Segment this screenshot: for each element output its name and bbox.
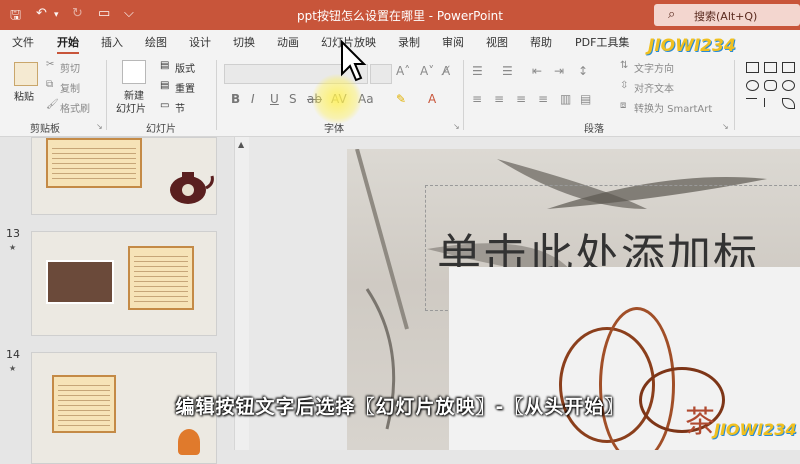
divider [734, 60, 735, 130]
shape-icon[interactable] [782, 98, 795, 109]
smartart-button[interactable]: 转换为 SmartArt [634, 100, 712, 115]
watermark-logo: JIOWI234 [714, 420, 797, 439]
smartart-icon[interactable]: ⧈ [620, 100, 626, 111]
decrease-font-icon[interactable]: A˅ [420, 64, 434, 78]
tab-pdf-tools[interactable]: PDF工具集 [575, 34, 629, 50]
scroll-paper [46, 138, 142, 188]
new-slide-icon[interactable] [122, 60, 146, 84]
tab-review[interactable]: 审阅 [442, 34, 464, 50]
new-slide-line2[interactable]: 幻灯片 [116, 100, 146, 115]
reset-button[interactable]: 重置 [175, 80, 195, 95]
mouse-cursor-icon [341, 40, 366, 82]
increase-font-icon[interactable]: A˄ [396, 64, 410, 78]
align-center-icon[interactable]: ≡ [494, 92, 504, 106]
rectangle-icon[interactable] [746, 62, 759, 73]
paste-button[interactable]: 粘贴 [14, 88, 34, 103]
line-icon[interactable] [746, 98, 757, 108]
tab-help[interactable]: 帮助 [530, 34, 552, 50]
animation-star-icon: ★ [9, 364, 17, 373]
layout-icon[interactable]: ▤ [160, 60, 169, 71]
search-box[interactable]: ⌕ 搜索(Alt+Q) [654, 4, 800, 26]
rounded-rectangle-icon[interactable] [764, 80, 777, 91]
tab-insert[interactable]: 插入 [101, 34, 123, 50]
layout-button[interactable]: 版式 [175, 60, 195, 75]
line-icon[interactable] [764, 98, 776, 107]
divider [216, 60, 217, 130]
increase-indent-icon[interactable]: ⇥ [554, 64, 564, 78]
align-left-icon[interactable]: ≡ [472, 92, 482, 106]
slide-number: 14 [6, 348, 20, 361]
paste-icon[interactable] [14, 62, 38, 86]
slide-thumbnail-12[interactable] [31, 137, 217, 215]
reset-icon[interactable]: ▤ [160, 80, 169, 91]
animation-star-icon: ★ [9, 243, 17, 252]
underline-icon[interactable]: U [270, 92, 279, 106]
divider [106, 60, 107, 130]
paragraph-group-label: 段落 [584, 124, 604, 135]
tab-draw[interactable]: 绘图 [145, 34, 167, 50]
distribute-icon[interactable]: ▤ [580, 92, 591, 106]
align-text-icon[interactable]: ⇳ [620, 80, 628, 91]
tab-record[interactable]: 录制 [398, 34, 420, 50]
rectangle-icon[interactable] [764, 62, 777, 73]
tab-view[interactable]: 视图 [486, 34, 508, 50]
copy-icon[interactable]: ⧉ [46, 79, 53, 90]
slide-number: 13 [6, 227, 20, 240]
tab-animations[interactable]: 动画 [277, 34, 299, 50]
bullets-icon[interactable]: ☰ [472, 64, 483, 78]
cut-button[interactable]: 剪切 [60, 60, 80, 75]
numbering-icon[interactable]: ☰ [502, 64, 513, 78]
shadow-icon[interactable]: S [289, 92, 297, 106]
ribbon: 粘贴 ✂ 剪切 ⧉ 复制 🖌 格式刷 剪贴板 ↘ 新建 幻灯片 ▤ 版式 ▤ 重… [0, 54, 800, 137]
bold-icon[interactable]: B [231, 92, 240, 106]
justify-icon[interactable]: ≡ [538, 92, 548, 106]
font-launcher-icon[interactable]: ↘ [453, 122, 460, 131]
photo-image [46, 260, 114, 304]
character-figure [178, 429, 200, 455]
paragraph-launcher-icon[interactable]: ↘ [722, 122, 729, 131]
italic-icon[interactable]: I [251, 92, 255, 106]
search-icon: ⌕ [668, 7, 676, 22]
line-spacing-icon[interactable]: ↕ [578, 64, 588, 78]
columns-icon[interactable]: ▥ [560, 92, 571, 106]
font-color-icon[interactable]: A [428, 92, 436, 106]
search-placeholder: 搜索(Alt+Q) [694, 10, 758, 23]
section-button[interactable]: 节 [175, 100, 185, 115]
clear-format-icon[interactable]: A̸ [442, 64, 450, 78]
text-direction-button[interactable]: 文字方向 [634, 60, 674, 75]
watermark-logo: JIOWI234 [648, 36, 736, 56]
teapot-icon [170, 172, 214, 204]
copy-button[interactable]: 复制 [60, 80, 80, 95]
slides-group-label: 幻灯片 [146, 124, 176, 135]
text-direction-icon[interactable]: ⇅ [620, 60, 628, 71]
scroll-paper [128, 246, 194, 310]
rectangle-icon[interactable] [782, 62, 795, 73]
oval-icon[interactable] [782, 80, 795, 91]
tab-file[interactable]: 文件 [12, 34, 34, 50]
divider [463, 60, 464, 130]
tab-transitions[interactable]: 切换 [233, 34, 255, 50]
title-bar: 🖫 ↶ ▾ ↻ ▭ ⌵ ppt按钮怎么设置在哪里 - PowerPoint ⌕ … [0, 0, 800, 30]
oval-icon[interactable] [746, 80, 759, 91]
clipboard-launcher-icon[interactable]: ↘ [96, 122, 103, 131]
align-right-icon[interactable]: ≡ [516, 92, 526, 106]
highlight-icon[interactable]: ✎ [396, 92, 406, 106]
font-size-combo[interactable] [370, 64, 392, 84]
scroll-up-icon[interactable]: ▲ [238, 140, 244, 149]
align-text-button[interactable]: 对齐文本 [634, 80, 674, 95]
section-icon[interactable]: ▭ [160, 100, 169, 111]
tab-home[interactable]: 开始 [57, 34, 79, 55]
format-painter-icon[interactable]: 🖌 [46, 99, 59, 110]
decrease-indent-icon[interactable]: ⇤ [532, 64, 542, 78]
format-painter-button[interactable]: 格式刷 [60, 100, 90, 115]
slide-thumbnail-13[interactable] [31, 231, 217, 336]
shapes-gallery[interactable] [740, 60, 800, 118]
clipboard-group-label: 剪贴板 [30, 124, 60, 135]
cut-icon[interactable]: ✂ [46, 59, 54, 70]
tab-design[interactable]: 设计 [189, 34, 211, 50]
video-caption: 编辑按钮文字后选择〖幻灯片放映〗-〖从头开始〗 [175, 396, 625, 418]
